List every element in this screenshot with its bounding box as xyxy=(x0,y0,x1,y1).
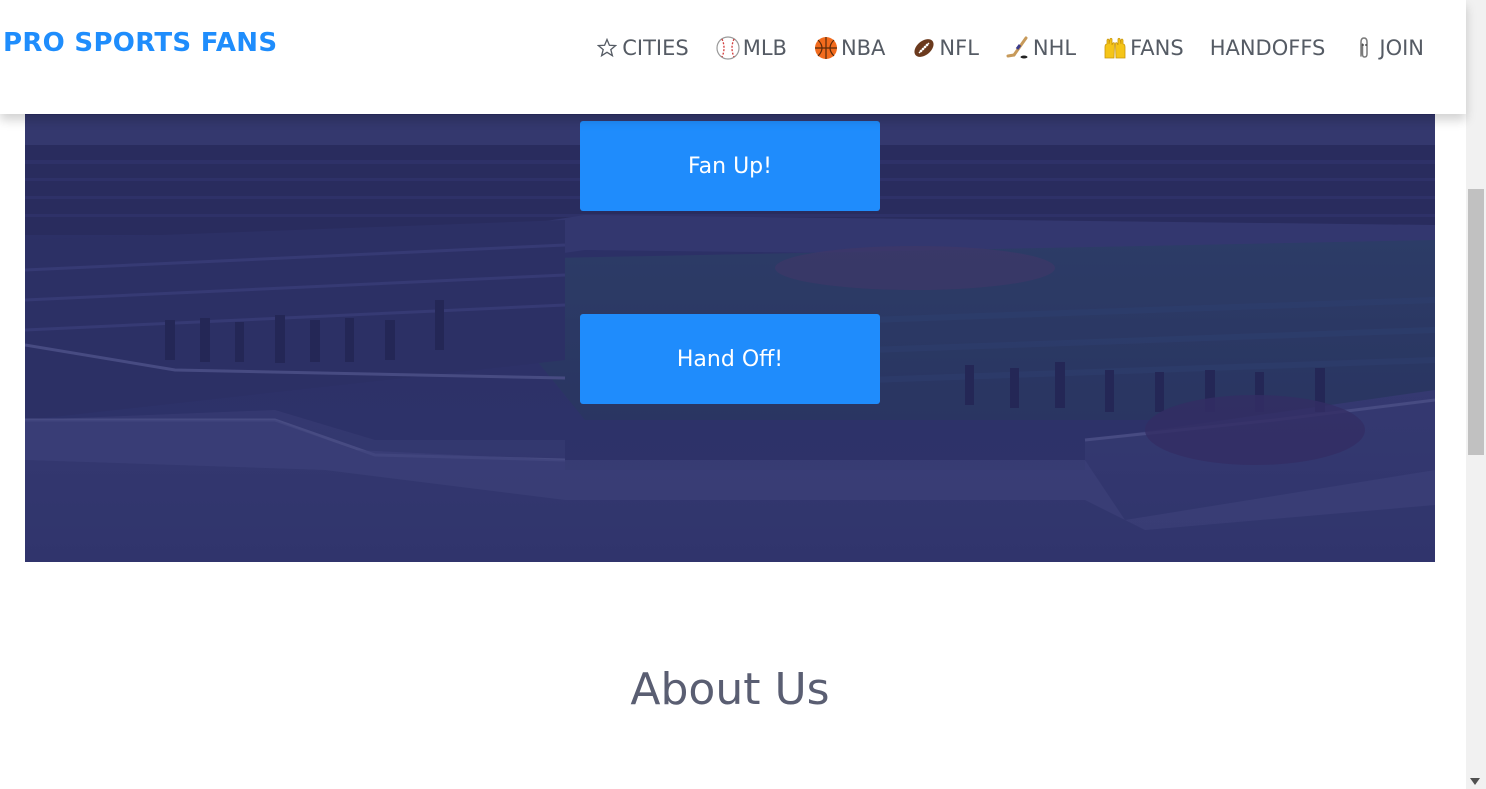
nav-label: HANDOFFS xyxy=(1209,36,1326,60)
nav-label: CITIES xyxy=(622,36,689,60)
hockey-stick-icon xyxy=(1005,35,1031,61)
nav-item-join[interactable]: JOIN xyxy=(1351,34,1424,62)
nav-item-nhl[interactable]: NHL xyxy=(1005,34,1076,62)
page-scrollbar[interactable] xyxy=(1466,0,1486,789)
nav-label: MLB xyxy=(742,36,787,60)
nav-label: NFL xyxy=(939,36,979,60)
fan-up-button[interactable]: Fan Up! xyxy=(580,121,880,211)
scroll-down-arrow-icon[interactable] xyxy=(1470,778,1480,785)
nav-item-cities[interactable]: CITIES xyxy=(594,34,689,62)
raised-hands-icon xyxy=(1102,35,1128,61)
paperclip-icon xyxy=(1351,35,1377,61)
page: Fan Up! Hand Off! PRO SPORTS FANS CITIES… xyxy=(0,0,1486,789)
brand-logo-text[interactable]: PRO SPORTS FANS xyxy=(3,28,277,58)
nav-label: JOIN xyxy=(1379,36,1424,60)
nav-item-mlb[interactable]: MLB xyxy=(715,34,787,62)
hand-off-button[interactable]: Hand Off! xyxy=(580,314,880,404)
site-header: PRO SPORTS FANS CITIES MLB NBA NFL NHL F… xyxy=(0,0,1466,114)
main-nav: CITIES MLB NBA NFL NHL FANS HANDOFFS JOI… xyxy=(594,34,1424,62)
nav-label: FANS xyxy=(1130,36,1184,60)
nav-label: NHL xyxy=(1032,36,1077,60)
scrollbar-thumb[interactable] xyxy=(1468,189,1484,455)
about-us-heading: About Us xyxy=(630,664,830,715)
star-icon xyxy=(594,35,620,61)
nav-item-nba[interactable]: NBA xyxy=(813,34,885,62)
nav-label: NBA xyxy=(840,36,886,60)
football-icon xyxy=(911,35,937,61)
nav-item-nfl[interactable]: NFL xyxy=(911,34,979,62)
basketball-icon xyxy=(813,35,839,61)
nav-item-fans[interactable]: FANS xyxy=(1102,34,1184,62)
baseball-icon xyxy=(715,35,741,61)
nav-item-handoffs[interactable]: HANDOFFS xyxy=(1210,34,1326,62)
